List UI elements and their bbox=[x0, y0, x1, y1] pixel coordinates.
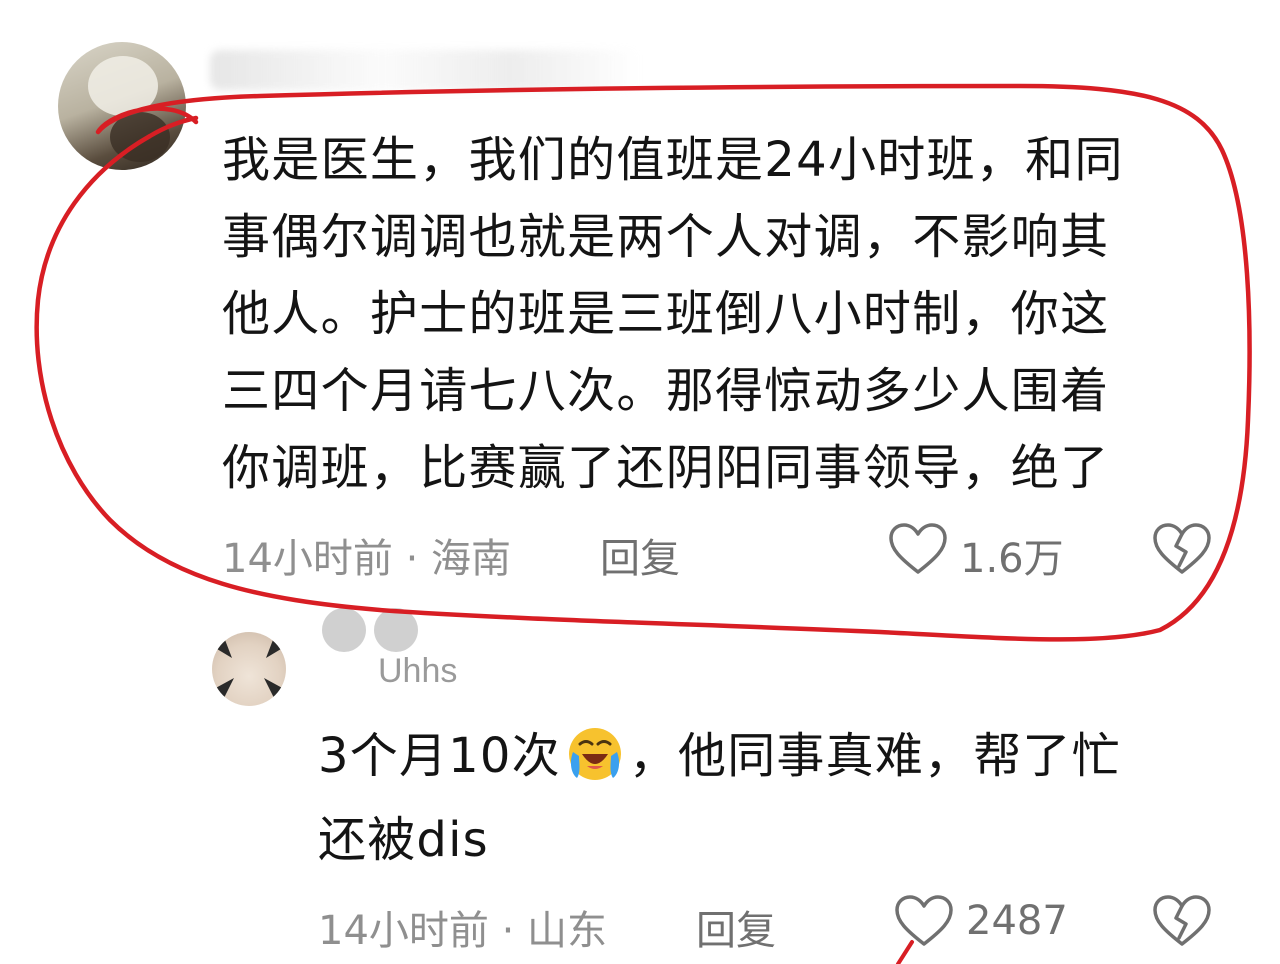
comment-line: 你调班，比赛赢了还阴阳同事领导，绝了 bbox=[222, 440, 1110, 496]
reply-line1-end: ，他同事真难，帮了忙 bbox=[628, 728, 1121, 784]
reply-reply-button[interactable]: 回复 bbox=[696, 898, 776, 956]
username-blurred[interactable] bbox=[210, 50, 640, 90]
heart-icon[interactable] bbox=[888, 522, 948, 578]
comment-line: 我是医生，我们的值班是24小时班，和同 bbox=[222, 132, 1124, 188]
reply-avatar[interactable] bbox=[212, 632, 286, 706]
comment-line: 事偶尔调调也就是两个人对调，不影响其 bbox=[222, 209, 1110, 265]
reply-line: 还被dis bbox=[318, 812, 489, 868]
comment-body: 我是医生，我们的值班是24小时班，和同 事偶尔调调也就是两个人对调，不影响其 他… bbox=[222, 122, 1202, 507]
avatar[interactable] bbox=[58, 42, 186, 170]
reply-line1-start: 3个月10次 bbox=[318, 728, 561, 784]
broken-heart-icon[interactable] bbox=[1152, 522, 1212, 578]
reply-body: 3个月10次 ，他同事真难，帮了忙 还被dis bbox=[318, 714, 1198, 882]
comment-line: 三四个月请七八次。那得惊动多少人围着 bbox=[222, 363, 1110, 419]
crying-laughing-emoji-icon bbox=[568, 728, 621, 780]
comment-line: 他人。护士的班是三班倒八小时制，你这 bbox=[222, 286, 1110, 342]
like-count: 2487 bbox=[966, 898, 1068, 944]
reply-username-partial: Uhhs bbox=[378, 652, 457, 684]
comment-meta: 14小时前 · 海南 bbox=[222, 526, 511, 584]
like-count: 1.6万 bbox=[960, 536, 1064, 582]
broken-heart-icon[interactable] bbox=[1152, 894, 1212, 950]
reply-username-blurred[interactable]: Uhhs bbox=[318, 608, 488, 684]
reply-label: 回复 bbox=[600, 536, 680, 582]
comment-reply-button[interactable]: 回复 bbox=[600, 526, 680, 584]
reply-time-location: 14小时前 · 山东 bbox=[318, 908, 608, 954]
comment-thread: 我是医生，我们的值班是24小时班，和同 事偶尔调调也就是两个人对调，不影响其 他… bbox=[0, 0, 1280, 964]
heart-icon[interactable] bbox=[894, 894, 954, 950]
reply-line: 3个月10次 ，他同事真难，帮了忙 bbox=[318, 714, 1198, 798]
reply-meta: 14小时前 · 山东 bbox=[318, 898, 607, 956]
comment-time-location: 14小时前 · 海南 bbox=[222, 536, 512, 582]
reply-label: 回复 bbox=[696, 908, 776, 954]
